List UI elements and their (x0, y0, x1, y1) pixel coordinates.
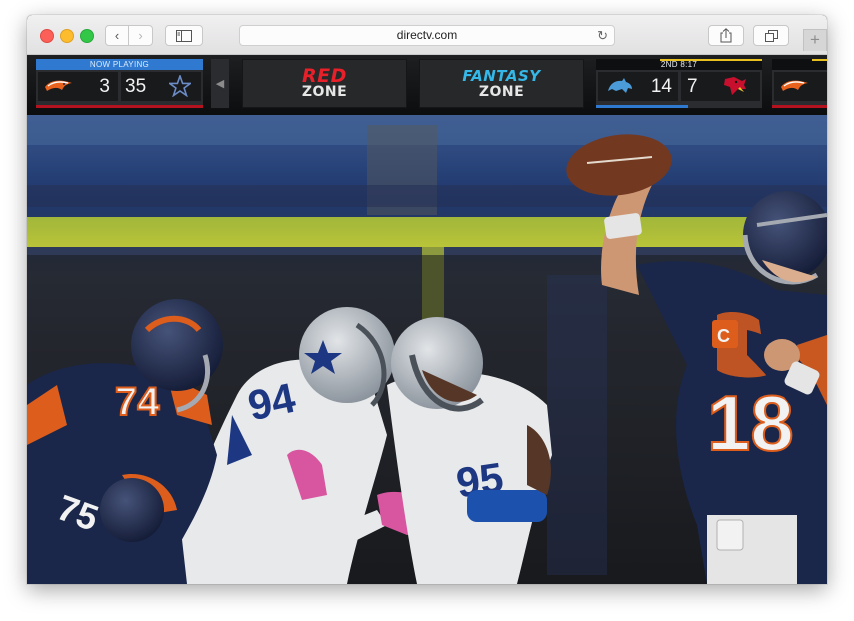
home-score: 7 (687, 75, 698, 97)
home-team-cell: 7 (681, 72, 760, 101)
home-team-cell: 35 (121, 72, 201, 101)
lions-logo-icon (608, 78, 632, 93)
red-zone-subtitle: ZONE (301, 83, 348, 100)
game-tile-broncos[interactable] (772, 59, 827, 108)
forward-button[interactable]: › (128, 25, 153, 46)
now-playing-label: NOW PLAYING (36, 59, 203, 70)
chevron-right-icon: › (138, 28, 143, 43)
reload-icon[interactable]: ↻ (597, 26, 608, 45)
red-zone-title: RED (302, 64, 347, 87)
back-button[interactable]: ‹ (105, 25, 129, 46)
broncos-logo-icon (45, 80, 72, 91)
now-playing-game[interactable]: NOW PLAYING 3 35 (36, 59, 203, 108)
url-text: directv.com (396, 28, 458, 42)
sidebar-toggle-button[interactable] (165, 25, 203, 46)
cardinals-logo-icon (724, 77, 746, 95)
away-team-cell: 3 (38, 72, 118, 101)
fantasy-zone-subtitle: ZONE (478, 83, 525, 100)
game-tile-lions-cardinals[interactable]: 2ND 8:17 14 7 (596, 59, 762, 108)
chevron-left-icon: ‹ (114, 28, 120, 43)
game-clock-text: 2ND 8:17 (660, 60, 698, 69)
browser-window: ‹ › directv.com ↻ + NOW PLAYING 3 35 ◀ R… (27, 15, 827, 584)
browser-toolbar: ‹ › directv.com ↻ + (27, 15, 827, 55)
new-tab-button[interactable]: + (803, 29, 827, 51)
sidebar-icon (176, 29, 192, 42)
football-action-photo[interactable]: 18 C 94 95 74 75 (27, 115, 827, 584)
game-clock-label: 2ND 8:17 (596, 59, 762, 70)
cowboys-star-icon (169, 75, 191, 97)
fantasy-zone-button[interactable]: FANTASY ZONE (419, 59, 584, 108)
scroll-left-button[interactable]: ◀ (211, 59, 229, 108)
game-progress-bar (36, 105, 203, 108)
address-bar[interactable]: directv.com ↻ (239, 25, 615, 46)
home-score: 35 (125, 75, 147, 97)
possession-indicator (812, 59, 827, 61)
triangle-left-icon: ◀ (215, 78, 225, 90)
close-window-button[interactable] (40, 29, 54, 43)
zoom-window-button[interactable] (80, 29, 94, 43)
game-progress-bar (596, 105, 688, 108)
broncos-logo-icon (781, 80, 808, 91)
away-score: 14 (650, 75, 672, 97)
share-icon (720, 28, 732, 43)
team-cell (774, 72, 827, 101)
score-bar: NOW PLAYING 3 35 ◀ RED ZONE FANTASY ZONE… (27, 55, 827, 115)
fantasy-zone-title: FANTASY (462, 66, 541, 85)
football-photo-graphic: 18 C 94 95 74 75 (27, 115, 827, 584)
away-team-cell: 14 (598, 72, 678, 101)
game-label (772, 59, 827, 70)
tabs-overview-icon (764, 29, 778, 42)
show-all-tabs-button[interactable] (753, 25, 789, 46)
minimize-window-button[interactable] (60, 29, 74, 43)
away-score: 3 (99, 75, 110, 97)
plus-icon: + (810, 30, 820, 49)
game-progress-bar (772, 105, 827, 108)
red-zone-button[interactable]: RED ZONE (242, 59, 407, 108)
share-button[interactable] (708, 25, 744, 46)
possession-indicator (660, 59, 762, 61)
